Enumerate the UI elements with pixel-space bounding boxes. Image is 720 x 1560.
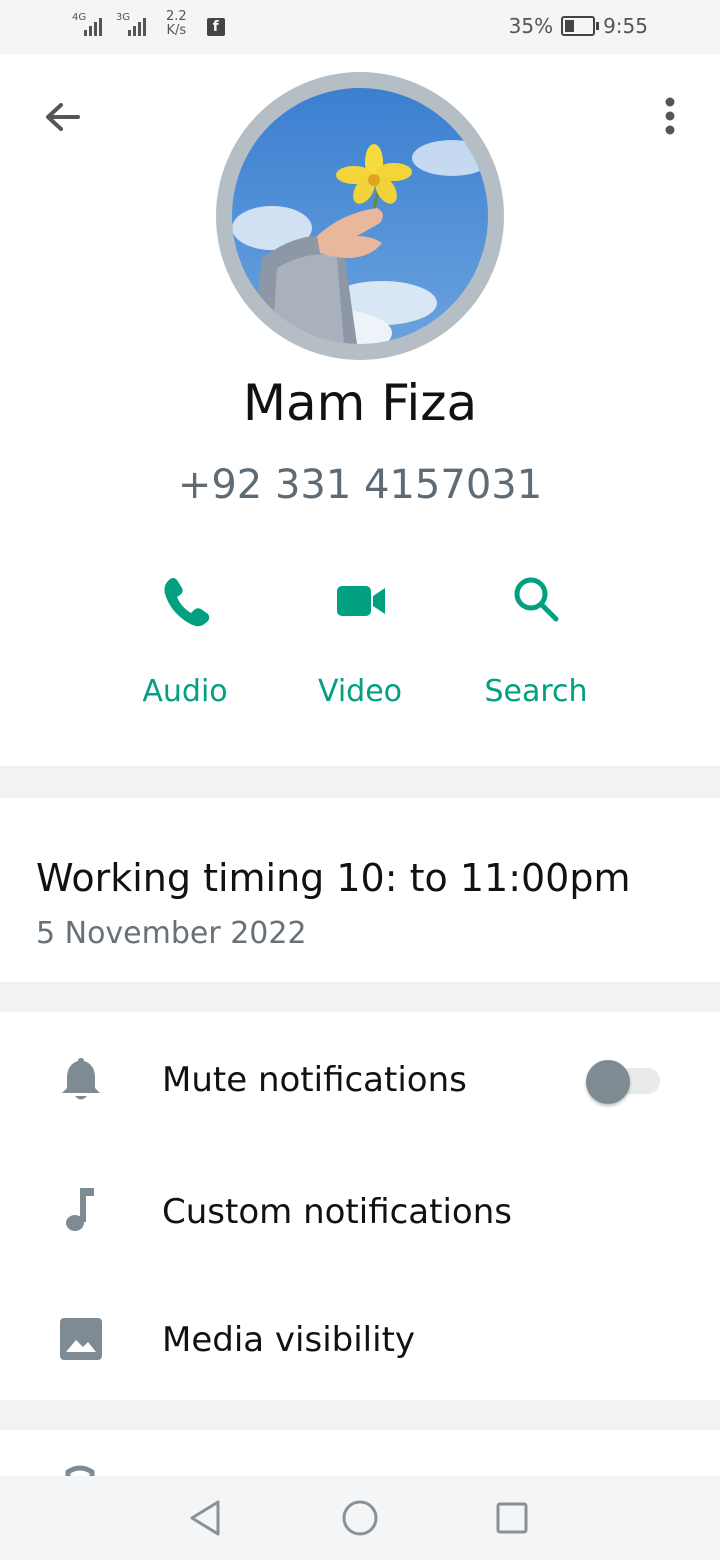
arrow-left-icon (46, 103, 80, 131)
phone-icon (164, 578, 210, 627)
video-label: Video (317, 674, 403, 709)
battery-icon (561, 16, 600, 36)
bell-icon (62, 1058, 100, 1100)
custom-notifications-row[interactable]: Custom notifications (0, 1152, 720, 1272)
nav-recents-button[interactable] (490, 1496, 534, 1540)
mute-toggle[interactable] (586, 1060, 660, 1104)
nav-back-button[interactable] (184, 1496, 228, 1540)
media-visibility-label: Media visibility (162, 1320, 416, 1360)
audio-label: Audio (142, 674, 228, 709)
profile-photo (232, 88, 488, 344)
custom-notifications-label: Custom notifications (162, 1192, 512, 1232)
signal-sim1-icon: 4G (72, 10, 108, 36)
nav-home-button[interactable] (338, 1496, 382, 1540)
video-icon (337, 586, 385, 616)
image-icon (60, 1318, 102, 1360)
mute-notifications-label: Mute notifications (162, 1060, 467, 1100)
search-icon (514, 577, 559, 622)
toggle-knob (586, 1060, 630, 1104)
video-call-button[interactable]: Video (290, 570, 430, 720)
signal-sim2-icon: 3G (116, 10, 152, 36)
media-visibility-row[interactable]: Media visibility (0, 1280, 720, 1400)
next-card-peek (0, 1430, 720, 1476)
about-text: Working timing 10: to 11:00pm (36, 856, 631, 900)
search-label: Search (484, 674, 588, 709)
system-nav-bar (0, 1476, 720, 1560)
facebook-icon: f (206, 18, 225, 36)
avatar[interactable] (232, 88, 488, 344)
network-speed: 2.2 K/s (166, 9, 187, 38)
about-date: 5 November 2022 (36, 916, 307, 951)
contact-phone: +92 331 4157031 (177, 462, 543, 508)
circle-home-icon (342, 1500, 378, 1536)
contact-name: Mam Fiza (242, 374, 478, 432)
audio-call-button[interactable]: Audio (115, 570, 255, 720)
battery-percent: 35% (508, 14, 554, 38)
back-button[interactable] (40, 96, 84, 140)
triangle-back-icon (190, 1500, 220, 1536)
more-vert-icon (665, 97, 675, 135)
square-recents-icon (496, 1502, 528, 1534)
more-options-button[interactable] (660, 96, 682, 140)
status-bar: 4G 3G 2.2 K/s f 35% 9:55 (0, 0, 720, 54)
music-note-icon (66, 1188, 94, 1231)
search-button[interactable]: Search (466, 570, 606, 720)
lock-icon (65, 1465, 95, 1476)
clock: 9:55 (603, 14, 648, 38)
